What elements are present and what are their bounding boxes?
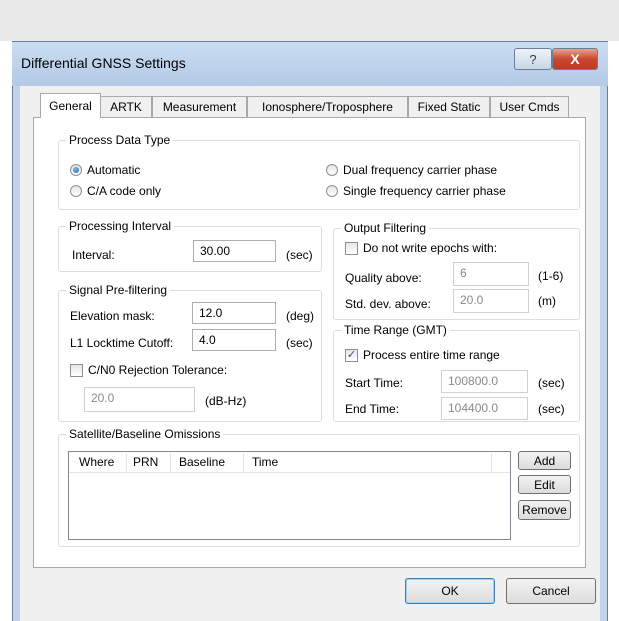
quality-above-unit: (1-6) bbox=[538, 269, 564, 283]
radio-ca-code-only-label: C/A code only bbox=[87, 184, 162, 198]
cn0-rejection-label: C/N0 Rejection Tolerance: bbox=[88, 363, 228, 377]
omissions-label: Satellite/Baseline Omissions bbox=[66, 427, 224, 441]
do-not-write-epochs-label: Do not write epochs with: bbox=[363, 241, 498, 255]
radio-single-frequency-label: Single frequency carrier phase bbox=[343, 184, 506, 198]
quality-above-label: Quality above: bbox=[345, 271, 422, 285]
add-button[interactable]: Add bbox=[518, 451, 571, 470]
column-baseline[interactable]: Baseline bbox=[179, 452, 225, 473]
process-entire-range-label: Process entire time range bbox=[363, 348, 500, 362]
process-entire-range-checkbox[interactable]: ✓ bbox=[345, 349, 358, 362]
column-where[interactable]: Where bbox=[79, 452, 114, 473]
column-divider bbox=[170, 453, 171, 472]
radio-single-frequency[interactable] bbox=[326, 185, 338, 197]
process-data-type-label: Process Data Type bbox=[66, 133, 174, 147]
interval-label: Interval: bbox=[72, 248, 115, 262]
close-button[interactable]: X bbox=[552, 48, 598, 70]
stddev-above-label: Std. dev. above: bbox=[345, 297, 431, 311]
tab-user-cmds[interactable]: User Cmds bbox=[490, 96, 569, 117]
tab-label: Measurement bbox=[162, 100, 237, 114]
stddev-above-unit: (m) bbox=[538, 294, 556, 308]
start-time-input[interactable]: 100800.0 bbox=[441, 370, 528, 393]
locktime-cutoff-unit: (sec) bbox=[286, 336, 313, 350]
ok-button[interactable]: OK bbox=[405, 578, 495, 604]
tab-label: Ionosphere/Troposphere bbox=[262, 100, 393, 114]
radio-automatic-label: Automatic bbox=[87, 163, 141, 177]
output-filtering-label: Output Filtering bbox=[341, 221, 430, 235]
column-divider bbox=[126, 453, 127, 472]
column-prn[interactable]: PRN bbox=[133, 452, 158, 473]
tab-label: ARTK bbox=[110, 100, 142, 114]
close-icon: X bbox=[570, 51, 580, 67]
cn0-tolerance-input[interactable]: 20.0 bbox=[84, 387, 195, 412]
interval-input[interactable]: 30.00 bbox=[193, 240, 276, 262]
tab-label: User Cmds bbox=[499, 100, 560, 114]
elevation-mask-input[interactable]: 12.0 bbox=[192, 302, 276, 324]
interval-unit: (sec) bbox=[286, 248, 313, 262]
end-time-unit: (sec) bbox=[538, 402, 565, 416]
cn0-rejection-checkbox[interactable] bbox=[70, 364, 83, 377]
background-band bbox=[0, 0, 619, 41]
tab-measurement[interactable]: Measurement bbox=[152, 96, 247, 117]
radio-automatic[interactable] bbox=[70, 164, 82, 176]
start-time-label: Start Time: bbox=[345, 376, 404, 390]
stddev-above-input[interactable]: 20.0 bbox=[453, 289, 529, 313]
tab-ionosphere-troposphere[interactable]: Ionosphere/Troposphere bbox=[247, 96, 408, 117]
locktime-cutoff-label: L1 Locktime Cutoff: bbox=[70, 336, 174, 350]
tab-general[interactable]: General bbox=[40, 93, 101, 118]
help-icon: ? bbox=[529, 51, 537, 67]
processing-interval-label: Processing Interval bbox=[66, 219, 175, 233]
radio-ca-code-only[interactable] bbox=[70, 185, 82, 197]
quality-above-input[interactable]: 6 bbox=[453, 262, 529, 286]
tab-label: Fixed Static bbox=[417, 100, 481, 114]
elevation-mask-unit: (deg) bbox=[286, 309, 315, 323]
tab-label: General bbox=[49, 99, 92, 113]
remove-button[interactable]: Remove bbox=[518, 500, 571, 520]
time-range-label: Time Range (GMT) bbox=[341, 323, 450, 337]
window-title: Differential GNSS Settings bbox=[21, 55, 186, 71]
help-button[interactable]: ? bbox=[514, 48, 552, 70]
column-divider bbox=[243, 453, 244, 472]
end-time-input[interactable]: 104400.0 bbox=[441, 397, 528, 420]
elevation-mask-label: Elevation mask: bbox=[70, 309, 155, 323]
tab-fixed-static[interactable]: Fixed Static bbox=[408, 96, 490, 117]
locktime-cutoff-input[interactable]: 4.0 bbox=[192, 329, 276, 351]
do-not-write-epochs-checkbox[interactable] bbox=[345, 242, 358, 255]
end-time-label: End Time: bbox=[345, 402, 400, 416]
tab-artk[interactable]: ARTK bbox=[100, 96, 152, 117]
radio-dual-frequency[interactable] bbox=[326, 164, 338, 176]
radio-dual-frequency-label: Dual frequency carrier phase bbox=[343, 163, 498, 177]
edit-button[interactable]: Edit bbox=[518, 475, 571, 494]
cn0-tolerance-unit: (dB-Hz) bbox=[205, 394, 247, 408]
start-time-unit: (sec) bbox=[538, 376, 565, 390]
signal-prefiltering-label: Signal Pre-filtering bbox=[66, 283, 171, 297]
column-time[interactable]: Time bbox=[252, 452, 278, 473]
cancel-button[interactable]: Cancel bbox=[506, 578, 596, 604]
column-divider bbox=[491, 453, 492, 472]
